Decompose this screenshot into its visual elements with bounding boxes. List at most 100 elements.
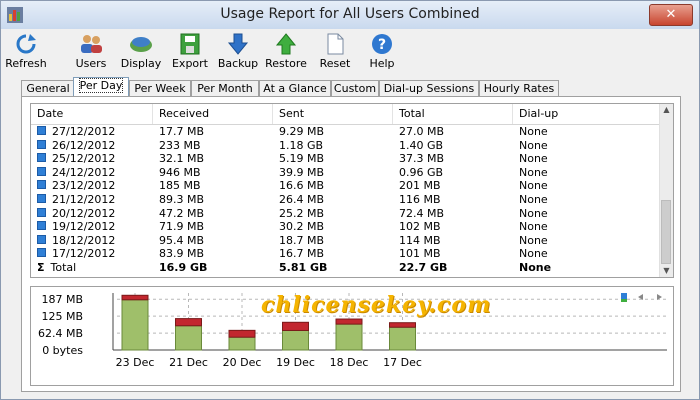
bar-received [228, 336, 256, 351]
table-total-row[interactable]: Σ Total 16.9 GB 5.81 GB 22.7 GB None [31, 261, 661, 275]
table-cell: 102 MB [399, 220, 441, 234]
sigma-icon: Σ [37, 261, 45, 274]
date-row-icon [37, 248, 46, 258]
table-cell: 25.2 MB [279, 206, 325, 220]
table-cell: 27/12/2012 [31, 125, 153, 139]
display-label: Display [120, 57, 162, 70]
date-row-icon [37, 234, 46, 244]
refresh-button[interactable]: Refresh [3, 33, 49, 73]
toolbar: Refresh Users Display Export Backup Rest… [1, 31, 699, 75]
reset-button[interactable]: Reset [317, 33, 353, 73]
x-tick-label: 20 Dec [223, 356, 262, 369]
table-cell: None [519, 206, 548, 220]
close-button[interactable]: ✕ [649, 4, 693, 26]
scroll-up-icon[interactable]: ▲ [660, 104, 673, 116]
bar-received [335, 323, 363, 351]
backup-icon [227, 33, 249, 55]
table-cell: None [519, 220, 548, 234]
column-header-sent[interactable]: Sent [273, 104, 393, 124]
table-cell: 25/12/2012 [31, 152, 153, 166]
table-cell: 26/12/2012 [31, 139, 153, 153]
table-cell: 5.19 MB [279, 152, 325, 166]
tab-general[interactable]: General [21, 80, 75, 96]
scrollbar-thumb[interactable] [661, 200, 671, 264]
backup-label: Backup [217, 57, 259, 70]
y-tick-label: 0 bytes [42, 344, 83, 357]
scroll-down-icon[interactable]: ▼ [660, 265, 673, 277]
table-cell: 89.3 MB [159, 193, 205, 206]
date-row-icon [37, 153, 46, 163]
bar-sent [389, 322, 416, 328]
y-tick-label: 187 MB [41, 293, 83, 306]
table-cell: 5.81 GB [279, 261, 328, 274]
date-row-icon [37, 207, 46, 217]
table-row[interactable]: 25/12/2012 32.1 MB 5.19 MB 37.3 MB None [31, 152, 661, 166]
table-cell: 37.3 MB [399, 152, 445, 166]
table-cell: 114 MB [399, 233, 441, 247]
refresh-label: Refresh [5, 57, 47, 70]
bar-received [175, 325, 202, 351]
users-label: Users [75, 57, 107, 70]
table-cell: 18/12/2012 [31, 234, 153, 248]
column-header-total[interactable]: Total [393, 104, 513, 124]
tab-at-a-glance[interactable]: At a Glance [259, 80, 331, 96]
tab-per-week[interactable]: Per Week [129, 80, 191, 96]
table-row[interactable]: 19/12/2012 71.9 MB 30.2 MB 102 MB None [31, 220, 661, 234]
tab-hourly-rates[interactable]: Hourly Rates [479, 80, 559, 96]
users-icon [81, 35, 102, 53]
table-cell: 22.7 GB [399, 261, 448, 274]
table-row[interactable]: 27/12/2012 17.7 MB 9.29 MB 27.0 MB None [31, 125, 661, 139]
table-cell: 946 MB [159, 165, 201, 179]
table-cell: 95.4 MB [159, 233, 205, 247]
table-cell: 201 MB [399, 179, 441, 193]
table-row[interactable]: 18/12/2012 95.4 MB 18.7 MB 114 MB None [31, 234, 661, 248]
date-row-icon [37, 194, 46, 203]
table-row[interactable]: 17/12/2012 83.9 MB 16.7 MB 101 MB None [31, 247, 661, 261]
users-button[interactable]: Users [71, 33, 111, 73]
bar-sent [175, 318, 202, 327]
column-header-dialup[interactable]: Dial-up [513, 104, 661, 124]
table-cell: None [519, 125, 548, 138]
table-scrollbar[interactable]: ▲ ▼ [659, 104, 673, 277]
table-cell: 26.4 MB [279, 193, 325, 206]
window-title: Usage Report for All Users Combined [220, 6, 480, 22]
svg-text:?: ? [378, 37, 386, 53]
table-row[interactable]: 21/12/2012 89.3 MB 26.4 MB 116 MB None [31, 193, 661, 207]
table-cell: 21/12/2012 [31, 193, 153, 207]
help-button[interactable]: ? Help [365, 33, 399, 73]
table-cell: 1.40 GB [399, 138, 444, 152]
backup-button[interactable]: Backup [217, 33, 259, 73]
table-cell: 20/12/2012 [31, 207, 153, 221]
table-cell: 1.18 GB [279, 138, 324, 152]
column-header-date[interactable]: Date [31, 104, 153, 124]
table-cell: None [519, 165, 548, 179]
tab-custom[interactable]: Custom [331, 80, 379, 96]
bar-received [121, 299, 149, 351]
y-tick-label: 125 MB [41, 310, 83, 323]
export-button[interactable]: Export [169, 33, 211, 73]
table-cell: 185 MB [159, 179, 201, 193]
table-cell: 18.7 MB [279, 233, 325, 247]
table-row[interactable]: 23/12/2012 185 MB 16.6 MB 201 MB None [31, 179, 661, 193]
table-cell: 19/12/2012 [31, 220, 153, 234]
display-button[interactable]: Display [119, 33, 163, 73]
table-cell: 16.7 MB [279, 247, 325, 261]
table-cell: 47.2 MB [159, 206, 205, 220]
tab-per-month[interactable]: Per Month [191, 80, 259, 96]
tab-dial-up-sessions[interactable]: Dial-up Sessions [379, 80, 479, 96]
table-cell: 83.9 MB [159, 247, 205, 261]
table-row[interactable]: 24/12/2012 946 MB 39.9 MB 0.96 GB None [31, 166, 661, 180]
tab-per-day[interactable]: Per Day [73, 77, 129, 96]
help-icon: ? [372, 34, 392, 54]
table-row[interactable]: 26/12/2012 233 MB 1.18 GB 1.40 GB None [31, 139, 661, 153]
per-day-panel: Date Received Sent Total Dial-up 27/12/2… [21, 96, 681, 392]
date-row-icon [37, 166, 46, 176]
title-bar: Usage Report for All Users Combined ✕ [1, 1, 699, 29]
table-row[interactable]: 20/12/2012 47.2 MB 25.2 MB 72.4 MB None [31, 207, 661, 221]
display-icon [130, 37, 152, 52]
table-cell: None [519, 152, 548, 166]
restore-button[interactable]: Restore [263, 33, 309, 73]
table-cell: 24/12/2012 [31, 166, 153, 180]
legend-icon [621, 299, 627, 302]
column-header-received[interactable]: Received [153, 104, 273, 124]
